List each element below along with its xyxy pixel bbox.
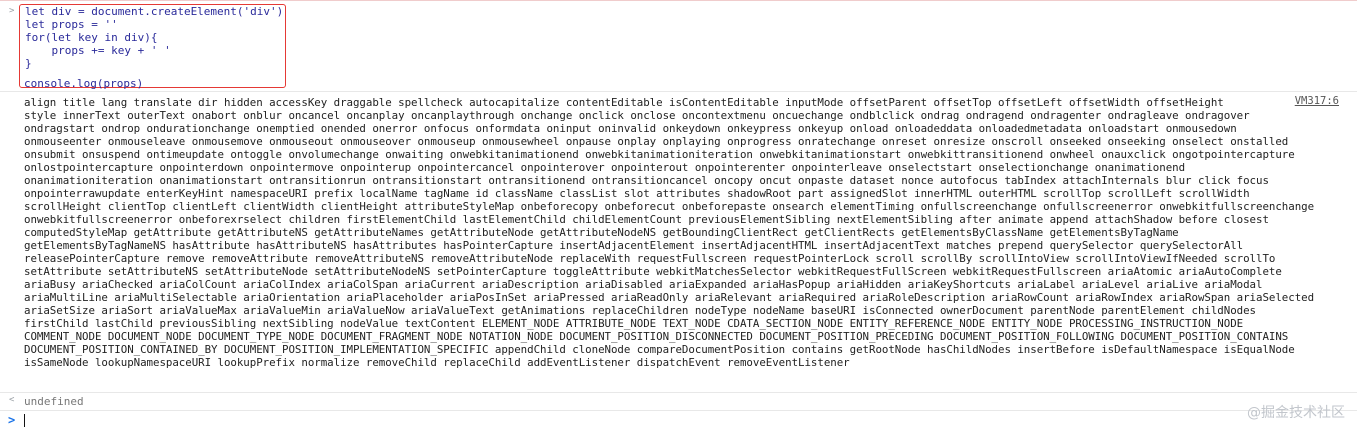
output-line: onlostpointercapture onpointerdown onpoi… (24, 161, 1186, 174)
output-line: onwebkitfullscreenerror onbeforexrselect… (24, 213, 1269, 226)
console-result-row: < undefined (0, 394, 1357, 410)
output-line: onanimationiteration onanimationstart on… (24, 174, 1269, 187)
source-link[interactable]: VM317:6 (1295, 95, 1339, 107)
output-line: onsubmit onsuspend ontimeupdate ontoggle… (24, 148, 1295, 161)
console-input-entry: > let div = document.createElement('div'… (0, 3, 1357, 90)
output-line: isSameNode lookupNamespaceURI lookupPref… (24, 356, 850, 369)
output-line: COMMENT_NODE DOCUMENT_NODE DOCUMENT_TYPE… (24, 330, 1289, 343)
output-line: firstChild lastChild previousSibling nex… (24, 317, 1244, 330)
output-line: ariaSetSize ariaSort ariaValueMax ariaVa… (24, 304, 1257, 317)
code-line: } (25, 57, 32, 70)
output-line: DOCUMENT_POSITION_CONTAINED_BY DOCUMENT_… (24, 343, 1295, 356)
output-line: align title lang translate dir hidden ac… (24, 96, 1224, 109)
output-line: onmouseenter onmouseleave onmousemove on… (24, 135, 1289, 148)
top-divider (0, 0, 1357, 1)
output-line: ariaMultiLine ariaMultiSelectable ariaOr… (24, 291, 1315, 304)
divider (0, 392, 1357, 393)
divider (0, 91, 1357, 92)
prompt-caret-icon: > (8, 413, 16, 427)
code-line: let div = document.createElement('div') (25, 5, 284, 18)
output-line: setAttribute setAttributeNS setAttribute… (24, 265, 1282, 278)
output-line: onpointerrawupdate enterKeyHint namespac… (24, 187, 1250, 200)
output-line: scrollHeight clientTop clientLeft client… (24, 200, 1315, 213)
output-line: style innerText outerText onabort onblur… (24, 109, 1250, 122)
devtools-console: > let div = document.createElement('div'… (0, 0, 1357, 435)
output-line: releasePointerCapture remove removeAttri… (24, 252, 1276, 265)
code-line-console-log: console.log(props) (24, 77, 144, 90)
console-log-output: VM317:6 align title lang translate dir h… (0, 94, 1357, 391)
output-line: ondragstart ondrop ondurationchange onem… (24, 122, 1237, 135)
watermark: @掘金技术社区 (1247, 405, 1345, 421)
output-line: ariaBusy ariaChecked ariaColCount ariaCo… (24, 278, 1263, 291)
output-line: getElementsByTagNameNS hasAttribute hasA… (24, 239, 1244, 252)
code-line: let props = '' (25, 18, 118, 31)
output-line: computedStyleMap getAttribute getAttribu… (24, 226, 1179, 239)
return-arrow-icon: < (9, 395, 15, 405)
highlighted-code-block: let div = document.createElement('div') … (19, 4, 286, 88)
result-value: undefined (24, 395, 84, 408)
expand-chevron-icon[interactable]: > (9, 6, 14, 16)
divider (0, 410, 1357, 411)
code-line: props += key + ' ' (25, 44, 171, 57)
text-cursor (24, 414, 25, 427)
code-line: for(let key in div){ (25, 31, 158, 44)
console-prompt[interactable]: > (0, 412, 1357, 432)
